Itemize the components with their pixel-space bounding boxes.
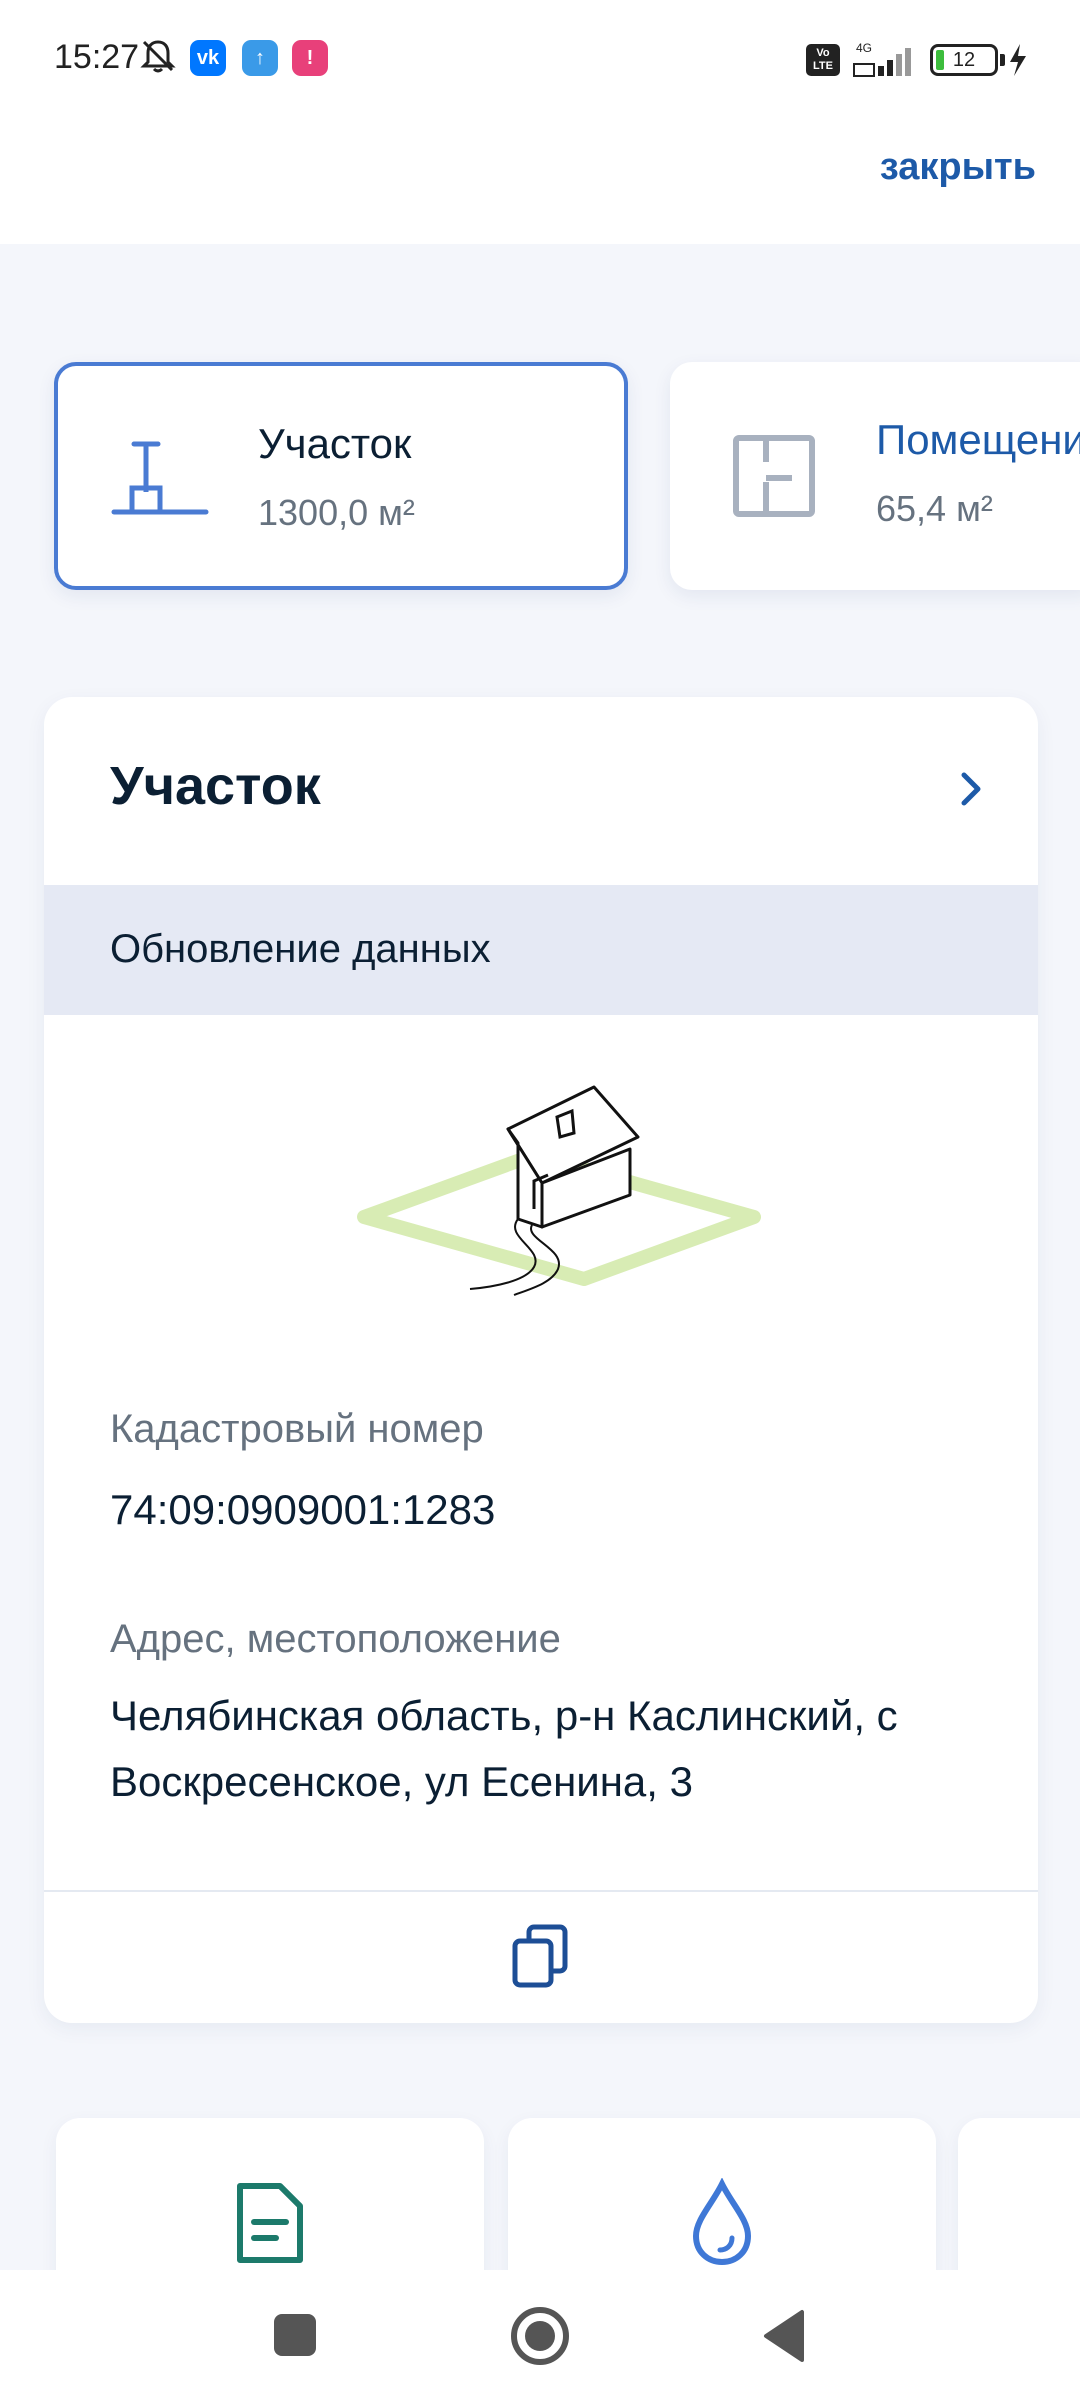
close-button[interactable]: закрыть xyxy=(880,146,1036,189)
card-title: Участок xyxy=(110,756,321,816)
upload-icon: ↑ xyxy=(242,40,278,76)
plot-details-card: Участок Обновление данных Кадастровый но… xyxy=(44,697,1038,2023)
cadastral-number-value: 74:09:0909001:1283 xyxy=(110,1486,496,1533)
object-title: Помещени xyxy=(876,416,1080,463)
top-bar: закрыть xyxy=(0,120,1080,244)
system-nav-bar xyxy=(0,2270,1080,2400)
battery-cap xyxy=(1000,54,1005,66)
app-icon: ! xyxy=(292,40,328,76)
object-title: Участок xyxy=(258,420,412,467)
house-on-plot-illustration xyxy=(357,1085,761,1296)
object-card-plot[interactable]: Участок 1300,0 м² xyxy=(54,362,628,590)
update-band[interactable]: Обновление данных xyxy=(44,885,1038,1015)
volte-icon: Vo LTE xyxy=(806,44,840,76)
object-area: 1300,0 м² xyxy=(258,492,415,533)
battery-icon: 12 xyxy=(930,44,998,76)
water-drop-icon xyxy=(692,2178,752,2266)
object-card-premises[interactable]: Помещени 65,4 м² xyxy=(670,362,1080,590)
charging-icon xyxy=(1010,44,1026,76)
document-icon xyxy=(237,2183,303,2263)
divider xyxy=(44,1890,1038,1892)
floorplan-icon xyxy=(733,435,815,517)
signal-icon: 4G xyxy=(853,41,911,77)
network-type: 4G xyxy=(856,41,872,55)
object-area: 65,4 м² xyxy=(876,488,993,529)
chevron-right-icon xyxy=(961,772,981,806)
recents-button[interactable] xyxy=(274,2314,316,2356)
status-time: 15:27 xyxy=(54,38,140,76)
vk-icon: vk xyxy=(190,40,226,76)
cadastral-number-label: Кадастровый номер xyxy=(110,1407,484,1451)
bell-muted-icon xyxy=(140,40,176,73)
address-label: Адрес, местоположение xyxy=(110,1617,561,1661)
status-bar: 15:27 vk ↑ ! Vo LTE 4G 12 xyxy=(0,0,1080,120)
update-label: Обновление данных xyxy=(110,927,491,971)
home-button[interactable] xyxy=(510,2306,570,2366)
plot-icon xyxy=(111,441,209,515)
back-button[interactable] xyxy=(760,2308,808,2364)
address-value: Челябинская область, р-н Каслинский, с В… xyxy=(110,1692,898,1805)
battery-level: 12 xyxy=(952,49,976,71)
plot-card-header[interactable]: Участок xyxy=(44,697,1038,885)
copy-icon[interactable] xyxy=(509,1921,573,1991)
